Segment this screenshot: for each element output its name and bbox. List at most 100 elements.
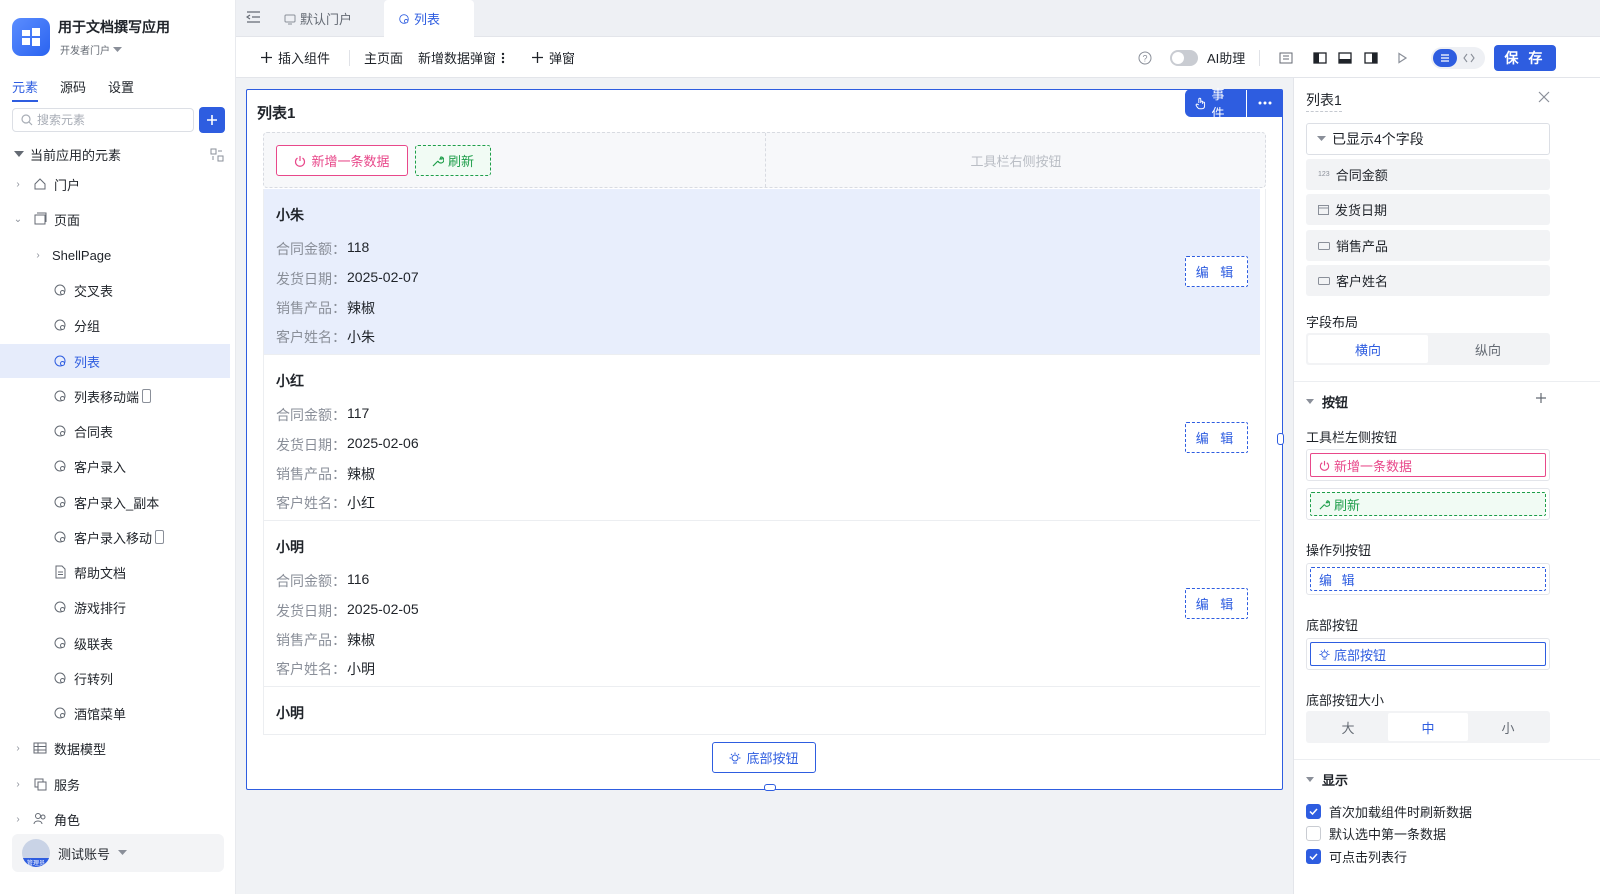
sidebar-item-list[interactable]: 列表 <box>0 344 230 378</box>
list-item[interactable]: 小明 <box>264 687 1260 734</box>
panel-title[interactable]: 列表1 <box>1306 90 1342 112</box>
save-button[interactable]: 保 存 <box>1494 45 1556 71</box>
page-icon <box>52 599 68 615</box>
help-icon[interactable]: ? <box>1136 49 1154 67</box>
user-menu[interactable]: 管理员 测试账号 <box>12 834 224 872</box>
sidebar-item-pivot[interactable]: 行转列 <box>0 661 230 695</box>
sidebar-item-customer-entry-mobile[interactable]: 客户录入移动 <box>0 520 230 554</box>
sidebar-item-group[interactable]: 分组 <box>0 308 230 342</box>
sidebar-item-crosstab[interactable]: 交叉表 <box>0 273 230 307</box>
plus-icon[interactable] <box>1535 392 1547 404</box>
design-mode-icon[interactable] <box>1433 49 1457 67</box>
layout-vertical[interactable]: 纵向 <box>1428 335 1548 363</box>
field-item-date[interactable]: 发货日期 <box>1306 194 1550 225</box>
list-item[interactable]: 小明 合同金额： 116 发货日期： 2025-02-05 销售产品： 辣椒 客户姓名… <box>264 521 1260 687</box>
panel-right-icon[interactable] <box>1362 49 1380 67</box>
action-btn-edit-config[interactable]: 编 辑 <box>1306 563 1550 595</box>
sidebar-item-cascade[interactable]: 级联表 <box>0 626 230 660</box>
edit-button[interactable]: 编 辑 <box>1185 588 1248 619</box>
bottom-button[interactable]: 底部按钮 <box>712 742 816 773</box>
tab-source[interactable]: 源码 <box>60 77 86 102</box>
sidebar-item-shellpage[interactable]: › ShellPage <box>0 238 230 272</box>
layout-label: 字段布局 <box>1306 315 1359 330</box>
sidebar-item-customer-entry[interactable]: 客户录入 <box>0 449 230 483</box>
sidebar-item-portal[interactable]: › 门户 <box>0 167 230 201</box>
tab-default-portal[interactable]: 默认门户 <box>270 0 366 37</box>
toolbar-btn-refresh-config[interactable]: 刷新 <box>1306 488 1550 520</box>
sidebar-item-services[interactable]: › 服务 <box>0 767 230 801</box>
size-large[interactable]: 大 <box>1308 713 1388 741</box>
sidebar-item-roles[interactable]: › 角色 <box>0 802 230 836</box>
sidebar-item-customer-entry-copy[interactable]: 客户录入_副本 <box>0 485 230 519</box>
check-select-first[interactable]: 默认选中第一条数据 <box>1306 824 1446 843</box>
hand-pointer-icon <box>1195 97 1206 109</box>
list-component[interactable]: 列表1 事件 新增一条数据 刷新 工具栏右侧按钮 小朱 合同金额： 118 发货… <box>246 87 1284 791</box>
more-horizontal-icon[interactable] <box>1247 89 1282 117</box>
field-item-customer[interactable]: 客户姓名 <box>1306 265 1550 296</box>
resize-handle-bottom[interactable] <box>764 784 776 791</box>
document-icon <box>52 564 68 580</box>
sidebar-item-tavern-menu[interactable]: 酒馆菜单 <box>0 696 230 730</box>
check-refresh-on-load[interactable]: 首次加载组件时刷新数据 <box>1306 802 1472 821</box>
toolbar-btn-add-config[interactable]: 新增一条数据 <box>1306 449 1550 481</box>
property-panel: 列表1 已显示4个字段 123 合同金额 发货日期 销售产品 客户姓名 字段布局… <box>1293 78 1600 894</box>
edit-button[interactable]: 编 辑 <box>1185 422 1248 453</box>
main-page-tab[interactable]: 主页面 <box>364 37 403 78</box>
panel-left-icon[interactable] <box>1311 49 1329 67</box>
add-popup-button[interactable]: 弹窗 <box>531 37 575 78</box>
field-product: 销售产品： 辣椒 <box>276 630 375 650</box>
list-item[interactable]: 小红 合同金额： 117 发货日期： 2025-02-06 销售产品： 辣椒 客户姓名… <box>264 355 1260 521</box>
mode-switch[interactable] <box>1431 47 1485 69</box>
layout-grid-icon[interactable] <box>1277 49 1295 67</box>
refresh-button[interactable]: 刷新 <box>415 145 491 176</box>
search-input[interactable] <box>37 113 177 127</box>
size-small[interactable]: 小 <box>1468 713 1548 741</box>
edit-button[interactable]: 编 辑 <box>1185 256 1248 287</box>
buttons-section-header[interactable]: 按钮 <box>1306 392 1348 411</box>
visible-fields-dropdown[interactable]: 已显示4个字段 <box>1306 123 1550 155</box>
collapse-sidebar-icon[interactable] <box>246 10 262 24</box>
play-icon[interactable] <box>1393 49 1411 67</box>
list-item[interactable]: 小朱 合同金额： 118 发货日期： 2025-02-07 销售产品： 辣椒 客户姓名… <box>264 189 1260 355</box>
insert-component-button[interactable]: 插入组件 <box>260 37 330 78</box>
page-icon <box>52 529 68 545</box>
sidebar-item-game-rank[interactable]: 游戏排行 <box>0 590 230 624</box>
close-icon[interactable] <box>1538 91 1550 103</box>
portal-selector[interactable]: 开发者门户 <box>60 42 122 57</box>
bottom-btn-config[interactable]: 底部按钮 <box>1306 638 1550 670</box>
sidebar-item-data-model[interactable]: › 数据模型 <box>0 731 230 765</box>
more-vertical-icon[interactable] <box>501 52 505 64</box>
add-element-button[interactable] <box>199 107 225 133</box>
tab-elements[interactable]: 元素 <box>12 77 39 102</box>
new-dialog-tab[interactable]: 新增数据弹窗 <box>418 37 505 78</box>
event-button[interactable]: 事件 <box>1185 87 1247 121</box>
add-record-button[interactable]: 新增一条数据 <box>276 145 408 176</box>
sidebar-item-contract[interactable]: 合同表 <box>0 414 230 448</box>
check-row-clickable[interactable]: 可点击列表行 <box>1306 847 1407 866</box>
code-mode-icon[interactable] <box>1457 49 1481 67</box>
toggle-switch[interactable] <box>1170 49 1198 66</box>
field-value: 116 <box>347 571 370 587</box>
display-section-header[interactable]: 显示 <box>1306 770 1348 789</box>
checkbox[interactable] <box>1306 804 1321 819</box>
tab-list[interactable]: 列表 <box>384 0 474 37</box>
sidebar-item-pages[interactable]: ⌄ 页面 <box>0 202 230 236</box>
tree-header[interactable]: 当前应用的元素 <box>14 145 224 164</box>
field-value: 118 <box>347 239 370 255</box>
locate-icon[interactable] <box>210 148 224 162</box>
layout-horizontal[interactable]: 横向 <box>1308 335 1428 363</box>
field-item-amount[interactable]: 123 合同金额 <box>1306 159 1550 190</box>
home-icon <box>32 176 48 192</box>
toolbar-right-placeholder[interactable]: 工具栏右侧按钮 <box>765 133 1267 187</box>
sidebar-item-help-doc[interactable]: 帮助文档 <box>0 555 230 589</box>
field-amount: 合同金额： 117 <box>276 405 369 425</box>
checkbox[interactable] <box>1306 849 1321 864</box>
resize-handle-right[interactable] <box>1277 433 1284 445</box>
sidebar-item-list-mobile[interactable]: 列表移动端 <box>0 379 230 413</box>
size-medium[interactable]: 中 <box>1388 713 1468 741</box>
panel-bottom-icon[interactable] <box>1336 49 1354 67</box>
field-item-product[interactable]: 销售产品 <box>1306 230 1550 261</box>
checkbox[interactable] <box>1306 826 1321 841</box>
tab-settings[interactable]: 设置 <box>108 77 134 102</box>
ai-assistant-toggle[interactable]: AI助理 <box>1170 37 1245 78</box>
